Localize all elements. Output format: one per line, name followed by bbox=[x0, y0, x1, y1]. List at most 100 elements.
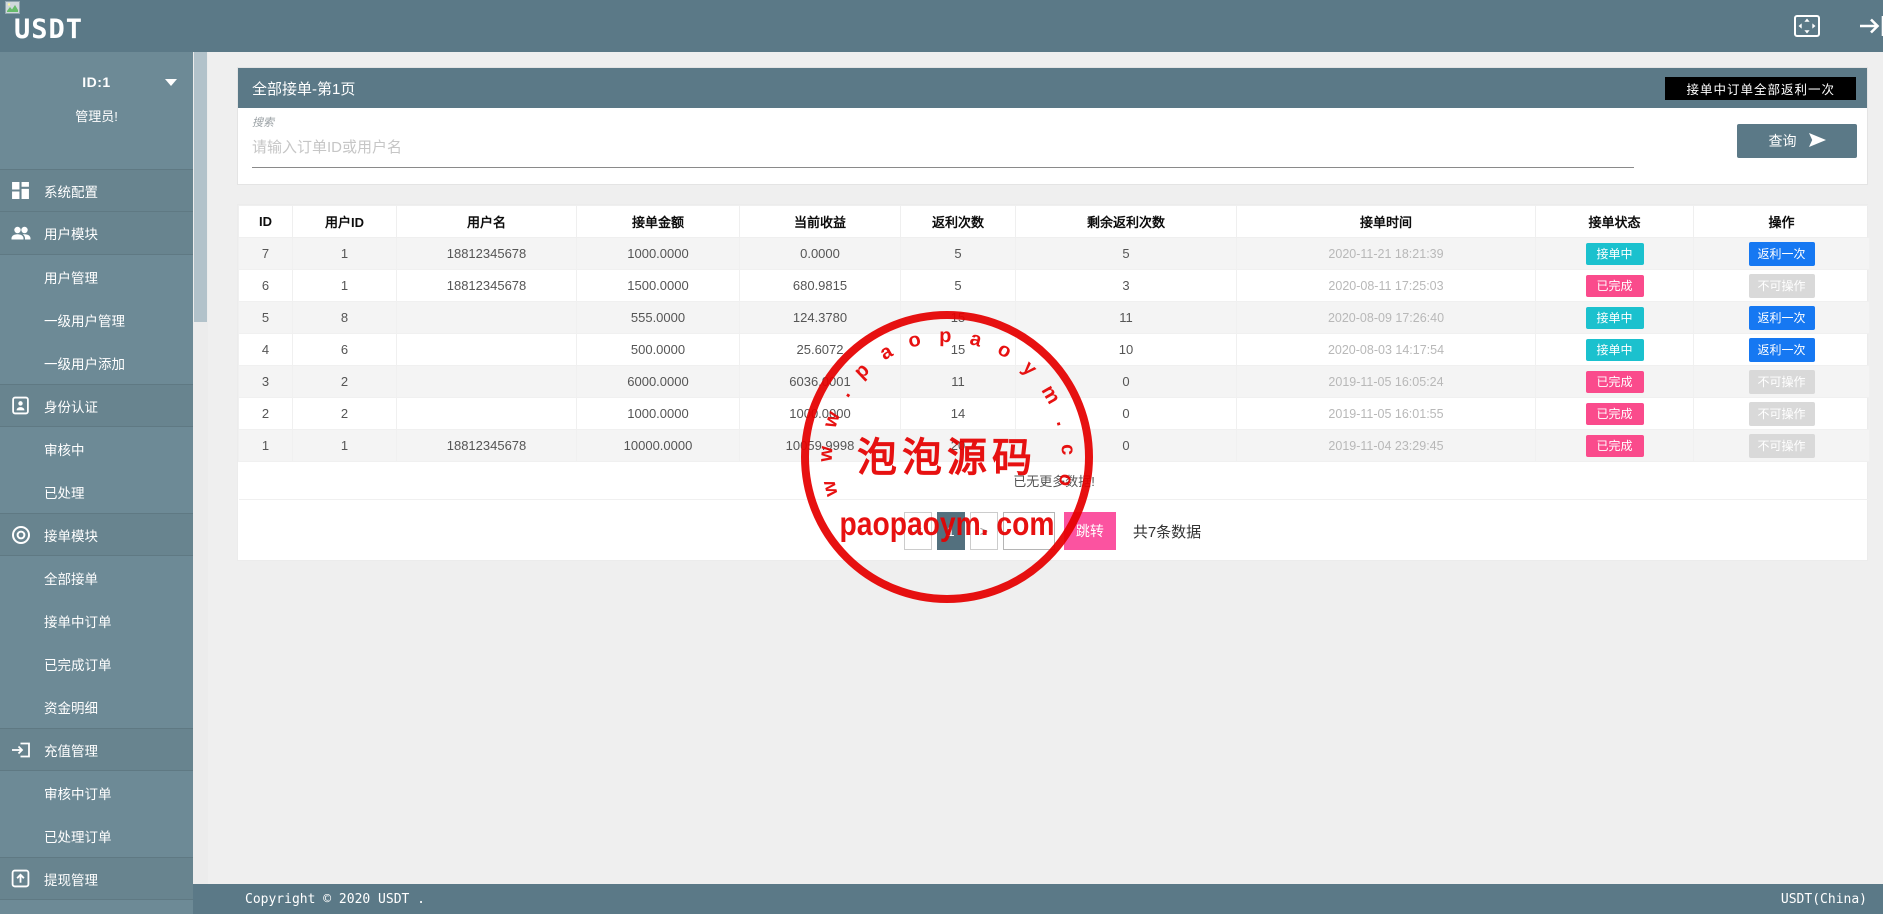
cell-income: 680.9815 bbox=[740, 270, 901, 302]
search-input[interactable] bbox=[252, 128, 1634, 168]
sidebar-item-17[interactable]: 提现管理 bbox=[0, 857, 193, 900]
column-header: 当前收益 bbox=[740, 206, 901, 238]
sidebar-item-8[interactable]: 已处理 bbox=[0, 470, 193, 513]
pagination-prev-button[interactable]: < bbox=[904, 512, 932, 550]
cell-order-status: 已完成 bbox=[1536, 270, 1694, 302]
app-logo: USDT bbox=[14, 14, 83, 45]
sidebar-user-block[interactable]: ID:1 管理员! bbox=[0, 52, 193, 132]
column-header: 操作 bbox=[1694, 206, 1870, 238]
cell-order-time: 2019-11-05 16:05:24 bbox=[1237, 366, 1536, 398]
cell-username: 18812345678 bbox=[397, 430, 577, 462]
sidebar-item-label: 提现管理 bbox=[44, 869, 98, 889]
cell-action: 返利一次 bbox=[1694, 334, 1870, 366]
sidebar-item-18[interactable]: 审核中订单 bbox=[0, 900, 193, 914]
rebate-once-button[interactable]: 返利一次 bbox=[1749, 242, 1815, 266]
sidebar-item-12[interactable]: 已完成订单 bbox=[0, 642, 193, 685]
sidebar-scrollbar-thumb[interactable] bbox=[194, 52, 207, 322]
cell-order-time: 2020-08-03 14:17:54 bbox=[1237, 334, 1536, 366]
sidebar-item-6[interactable]: 身份认证 bbox=[0, 384, 193, 427]
sidebar-item-label: 接单模块 bbox=[44, 525, 98, 545]
table-row: 111881234567810000.000010059.99982002019… bbox=[239, 430, 1870, 462]
sidebar-item-label: 资金明细 bbox=[44, 697, 98, 717]
cell-username bbox=[397, 334, 577, 366]
recharge-icon bbox=[11, 741, 39, 759]
column-header: 接单金额 bbox=[577, 206, 740, 238]
order-status-badge: 接单中 bbox=[1586, 339, 1644, 361]
sidebar-item-5[interactable]: 一级用户添加 bbox=[0, 341, 193, 384]
footer-bar: Copyright © 2020 USDT . USDT(China) bbox=[193, 884, 1883, 914]
cell-income: 6036.0001 bbox=[740, 366, 901, 398]
sidebar-item-3[interactable]: 用户管理 bbox=[0, 255, 193, 298]
sidebar-item-label: 身份认证 bbox=[44, 396, 98, 416]
id-badge-icon bbox=[11, 396, 39, 415]
sidebar-item-15[interactable]: 审核中订单 bbox=[0, 771, 193, 814]
cell-order-time: 2020-08-09 17:26:40 bbox=[1237, 302, 1536, 334]
cell-username: 18812345678 bbox=[397, 270, 577, 302]
panel-title: 全部接单-第1页 bbox=[252, 78, 355, 99]
orders-panel: 全部接单-第1页 接单中订单全部返利一次 搜索 查询 bbox=[237, 67, 1868, 185]
sidebar-item-label: 用户模块 bbox=[44, 223, 98, 243]
orders-icon bbox=[11, 525, 39, 545]
sidebar-item-13[interactable]: 资金明细 bbox=[0, 685, 193, 728]
cell-id: 1 bbox=[239, 430, 293, 462]
no-more-data-row: 已无更多数据! bbox=[239, 462, 1870, 500]
grid-icon bbox=[11, 181, 39, 200]
logout-icon[interactable] bbox=[1859, 13, 1883, 44]
cell-action: 不可操作 bbox=[1694, 430, 1870, 462]
cell-amount: 10000.0000 bbox=[577, 430, 740, 462]
top-header-bar: USDT bbox=[0, 0, 1883, 52]
table-row: 71188123456781000.00000.0000552020-11-21… bbox=[239, 238, 1870, 270]
cell-user-id: 1 bbox=[293, 238, 397, 270]
table-row: 61188123456781500.0000680.9815532020-08-… bbox=[239, 270, 1870, 302]
sidebar-menu: 系统配置用户模块用户管理一级用户管理一级用户添加身份认证审核中已处理接单模块全部… bbox=[0, 169, 193, 914]
caret-down-icon[interactable] bbox=[165, 79, 177, 86]
cell-amount: 1000.0000 bbox=[577, 398, 740, 430]
cell-income: 25.6072 bbox=[740, 334, 901, 366]
no-more-data-text: 已无更多数据! bbox=[239, 462, 1870, 500]
cell-rebate-count: 20 bbox=[901, 430, 1016, 462]
pagination-next-button[interactable]: > bbox=[970, 512, 998, 550]
cell-remaining: 5 bbox=[1016, 238, 1237, 270]
cell-action: 不可操作 bbox=[1694, 270, 1870, 302]
rebate-once-button[interactable]: 返利一次 bbox=[1749, 306, 1815, 330]
query-button[interactable]: 查询 bbox=[1737, 124, 1857, 158]
cell-order-time: 2020-08-11 17:25:03 bbox=[1237, 270, 1536, 302]
rebate-once-button[interactable]: 返利一次 bbox=[1749, 338, 1815, 362]
cell-id: 7 bbox=[239, 238, 293, 270]
sidebar-item-2[interactable]: 用户模块 bbox=[0, 212, 193, 255]
cell-rebate-count: 15 bbox=[901, 334, 1016, 366]
sidebar-item-11[interactable]: 接单中订单 bbox=[0, 599, 193, 642]
table-row: 221000.00001000.00001402019-11-05 16:01:… bbox=[239, 398, 1870, 430]
disabled-action-button: 不可操作 bbox=[1749, 402, 1815, 426]
order-status-badge: 已完成 bbox=[1586, 275, 1644, 297]
page-jump-input[interactable] bbox=[1003, 512, 1055, 550]
pagination-current-page[interactable]: 1 bbox=[937, 512, 965, 550]
table-row: 46500.000025.607215102020-08-03 14:17:54… bbox=[239, 334, 1870, 366]
table-header-row: ID用户ID用户名接单金额当前收益返利次数剩余返利次数接单时间接单状态操作 bbox=[239, 206, 1870, 238]
sidebar-item-10[interactable]: 全部接单 bbox=[0, 556, 193, 599]
footer-brand-text: USDT(China) bbox=[1781, 892, 1867, 907]
sidebar-item-label: 审核中 bbox=[44, 439, 85, 459]
cell-id: 6 bbox=[239, 270, 293, 302]
sidebar-item-label: 一级用户添加 bbox=[44, 353, 125, 373]
sidebar-item-1[interactable]: 系统配置 bbox=[0, 169, 193, 212]
cell-order-time: 2020-11-21 18:21:39 bbox=[1237, 238, 1536, 270]
total-records-label: 共7条数据 bbox=[1133, 521, 1201, 542]
rebate-all-button[interactable]: 接单中订单全部返利一次 bbox=[1665, 77, 1856, 100]
sidebar-item-16[interactable]: 已处理订单 bbox=[0, 814, 193, 857]
cell-amount: 500.0000 bbox=[577, 334, 740, 366]
cell-id: 4 bbox=[239, 334, 293, 366]
withdraw-icon bbox=[11, 869, 39, 888]
pagination: < 1 > 跳转 共7条数据 bbox=[238, 512, 1867, 550]
sidebar-item-4[interactable]: 一级用户管理 bbox=[0, 298, 193, 341]
sidebar-item-7[interactable]: 审核中 bbox=[0, 427, 193, 470]
page-jump-button[interactable]: 跳转 bbox=[1064, 512, 1116, 550]
disabled-action-button: 不可操作 bbox=[1749, 370, 1815, 394]
sidebar-item-9[interactable]: 接单模块 bbox=[0, 513, 193, 556]
cell-order-time: 2019-11-04 23:29:45 bbox=[1237, 430, 1536, 462]
sidebar-item-14[interactable]: 充值管理 bbox=[0, 728, 193, 771]
fullscreen-icon[interactable] bbox=[1793, 13, 1821, 44]
sidebar-scrollbar[interactable] bbox=[193, 52, 208, 914]
cell-id: 3 bbox=[239, 366, 293, 398]
sidebar-item-label: 已完成订单 bbox=[44, 654, 112, 674]
